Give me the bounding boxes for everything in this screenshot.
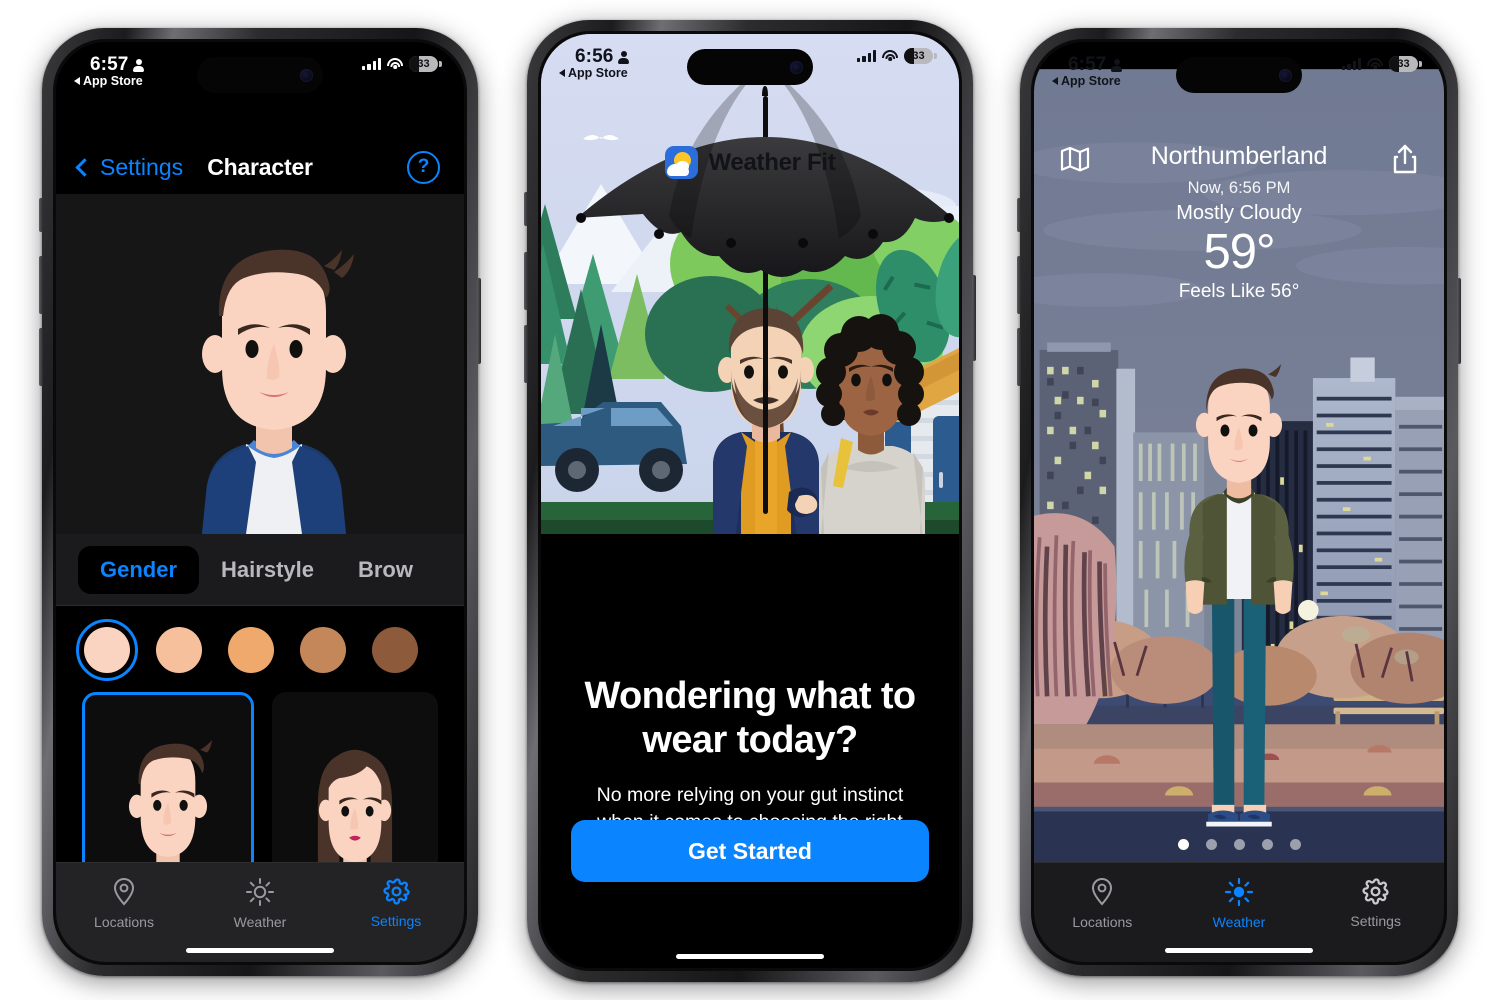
navigation-bar: Settings Character ? bbox=[56, 142, 464, 192]
gear-icon bbox=[382, 878, 410, 905]
skin-tone-swatch-5[interactable] bbox=[372, 627, 418, 673]
chevron-left-icon bbox=[75, 157, 94, 177]
tab-settings[interactable]: Settings bbox=[328, 863, 464, 962]
woman-figure bbox=[816, 314, 925, 534]
tab-settings[interactable]: Settings bbox=[1307, 863, 1444, 962]
map-button[interactable] bbox=[1060, 146, 1090, 177]
weather-condition: Mostly Cloudy bbox=[1176, 202, 1302, 224]
app-brand: Weather Fit bbox=[541, 146, 959, 179]
help-button[interactable]: ? bbox=[407, 150, 440, 184]
skin-tone-swatch-2[interactable] bbox=[156, 627, 202, 673]
cellular-signal-icon bbox=[362, 58, 381, 70]
home-indicator[interactable] bbox=[186, 947, 334, 953]
page-dot-3[interactable] bbox=[1233, 839, 1245, 850]
tab-weather-label: Weather bbox=[1212, 914, 1266, 930]
dynamic-island bbox=[1176, 57, 1302, 93]
share-button[interactable] bbox=[1392, 144, 1418, 179]
phone-3-weather: 6:57 App Store 33 Northumberland Now, 6:… bbox=[1017, 28, 1461, 976]
onboarding-illustration bbox=[541, 34, 959, 534]
tab-locations-label: Locations bbox=[1072, 914, 1133, 930]
location-pin-icon bbox=[113, 877, 135, 906]
tab-brow[interactable]: Brow bbox=[336, 546, 435, 594]
map-icon bbox=[1060, 146, 1090, 172]
current-temperature: 59° bbox=[1203, 225, 1275, 279]
weather-fit-logo-icon bbox=[664, 146, 698, 179]
back-triangle-icon bbox=[74, 77, 80, 85]
volume-down-button[interactable] bbox=[524, 325, 528, 383]
power-button[interactable] bbox=[477, 278, 481, 364]
phone-2-screen: 6:56 App Store 33 Weather Fit Wondering … bbox=[541, 34, 959, 968]
skin-tone-swatch-4[interactable] bbox=[300, 627, 346, 673]
home-indicator[interactable] bbox=[676, 953, 824, 959]
male-avatar-large-icon bbox=[56, 194, 464, 534]
tab-hairstyle[interactable]: Hairstyle bbox=[199, 546, 336, 594]
share-icon bbox=[1393, 144, 1417, 174]
skin-tone-swatch-3[interactable] bbox=[228, 627, 274, 673]
onboarding-copy: Wondering what to wear today? No more re… bbox=[541, 656, 959, 968]
battery-icon: 33 bbox=[409, 56, 442, 72]
tab-settings-label: Settings bbox=[370, 913, 422, 929]
battery-percent: 33 bbox=[417, 58, 430, 70]
skin-tone-swatch-1[interactable] bbox=[76, 619, 138, 681]
page-dot-5[interactable] bbox=[1289, 839, 1301, 850]
page-dot-2[interactable] bbox=[1205, 839, 1217, 850]
volume-down-button[interactable] bbox=[39, 328, 43, 386]
couple-with-umbrella-illustration bbox=[541, 34, 959, 534]
volume-down-button[interactable] bbox=[1017, 328, 1021, 386]
page-dot-4[interactable] bbox=[1261, 839, 1273, 850]
person-icon bbox=[133, 58, 145, 72]
weather-header: Northumberland Now, 6:56 PM Mostly Cloud… bbox=[1034, 142, 1444, 303]
back-app-label: App Store bbox=[83, 74, 143, 88]
onboarding-headline: Wondering what to wear today? bbox=[584, 675, 916, 762]
back-to-app-store[interactable]: App Store bbox=[74, 74, 143, 88]
mute-switch[interactable] bbox=[524, 192, 528, 226]
tab-weather-label: Weather bbox=[233, 914, 287, 930]
feels-like-temperature: Feels Like 56° bbox=[1178, 280, 1300, 302]
power-button[interactable] bbox=[972, 275, 976, 361]
sun-icon bbox=[246, 878, 274, 906]
back-button[interactable]: Settings bbox=[75, 153, 184, 181]
volume-up-button[interactable] bbox=[524, 252, 528, 310]
status-time-text: 6:57 bbox=[90, 54, 129, 75]
phone-2-onboarding: 6:56 App Store 33 Weather Fit Wondering … bbox=[524, 20, 976, 982]
app-name: Weather Fit bbox=[708, 148, 836, 176]
back-button-label: Settings bbox=[100, 153, 184, 180]
observation-time: Now, 6:56 PM bbox=[1187, 179, 1291, 197]
phone-1-screen: 6:57 App Store 33 Settings Character ? G… bbox=[56, 42, 464, 962]
character-preview bbox=[56, 194, 464, 534]
tab-settings-label: Settings bbox=[1350, 913, 1401, 929]
get-started-button[interactable]: Get Started bbox=[571, 820, 929, 882]
home-indicator[interactable] bbox=[1165, 947, 1313, 953]
mute-switch[interactable] bbox=[39, 198, 43, 232]
gear-icon bbox=[1362, 878, 1389, 905]
phone-1-character-settings: 6:57 App Store 33 Settings Character ? G… bbox=[39, 28, 481, 976]
page-indicator bbox=[1034, 839, 1444, 850]
location-pin-icon bbox=[1092, 877, 1113, 906]
skin-tone-swatches bbox=[56, 614, 464, 686]
volume-up-button[interactable] bbox=[1017, 256, 1021, 314]
tab-locations[interactable]: Locations bbox=[1034, 863, 1171, 962]
sun-icon bbox=[1224, 877, 1254, 907]
status-indicators: 33 bbox=[362, 56, 442, 72]
character-option-tabs: Gender Hairstyle Brow bbox=[56, 534, 464, 606]
dynamic-island bbox=[197, 57, 323, 93]
power-button[interactable] bbox=[1457, 278, 1461, 364]
mute-switch[interactable] bbox=[1017, 198, 1021, 232]
status-time: 6:57 bbox=[90, 54, 145, 76]
question-mark-icon: ? bbox=[417, 156, 430, 177]
location-name: Northumberland bbox=[1150, 142, 1328, 170]
front-camera-icon bbox=[790, 60, 803, 74]
volume-up-button[interactable] bbox=[39, 256, 43, 314]
page-dot-1[interactable] bbox=[1177, 839, 1189, 850]
tab-locations-label: Locations bbox=[94, 914, 154, 930]
tab-gender[interactable]: Gender bbox=[78, 545, 200, 594]
wifi-icon bbox=[387, 58, 403, 70]
dynamic-island bbox=[687, 49, 813, 85]
phone-3-screen: 6:57 App Store 33 Northumberland Now, 6:… bbox=[1034, 42, 1444, 962]
tab-locations[interactable]: Locations bbox=[56, 863, 192, 962]
front-camera-icon bbox=[300, 68, 313, 82]
screenshot-stage: 6:57 App Store 33 Settings Character ? G… bbox=[0, 0, 1500, 1000]
front-camera-icon bbox=[1279, 68, 1292, 82]
